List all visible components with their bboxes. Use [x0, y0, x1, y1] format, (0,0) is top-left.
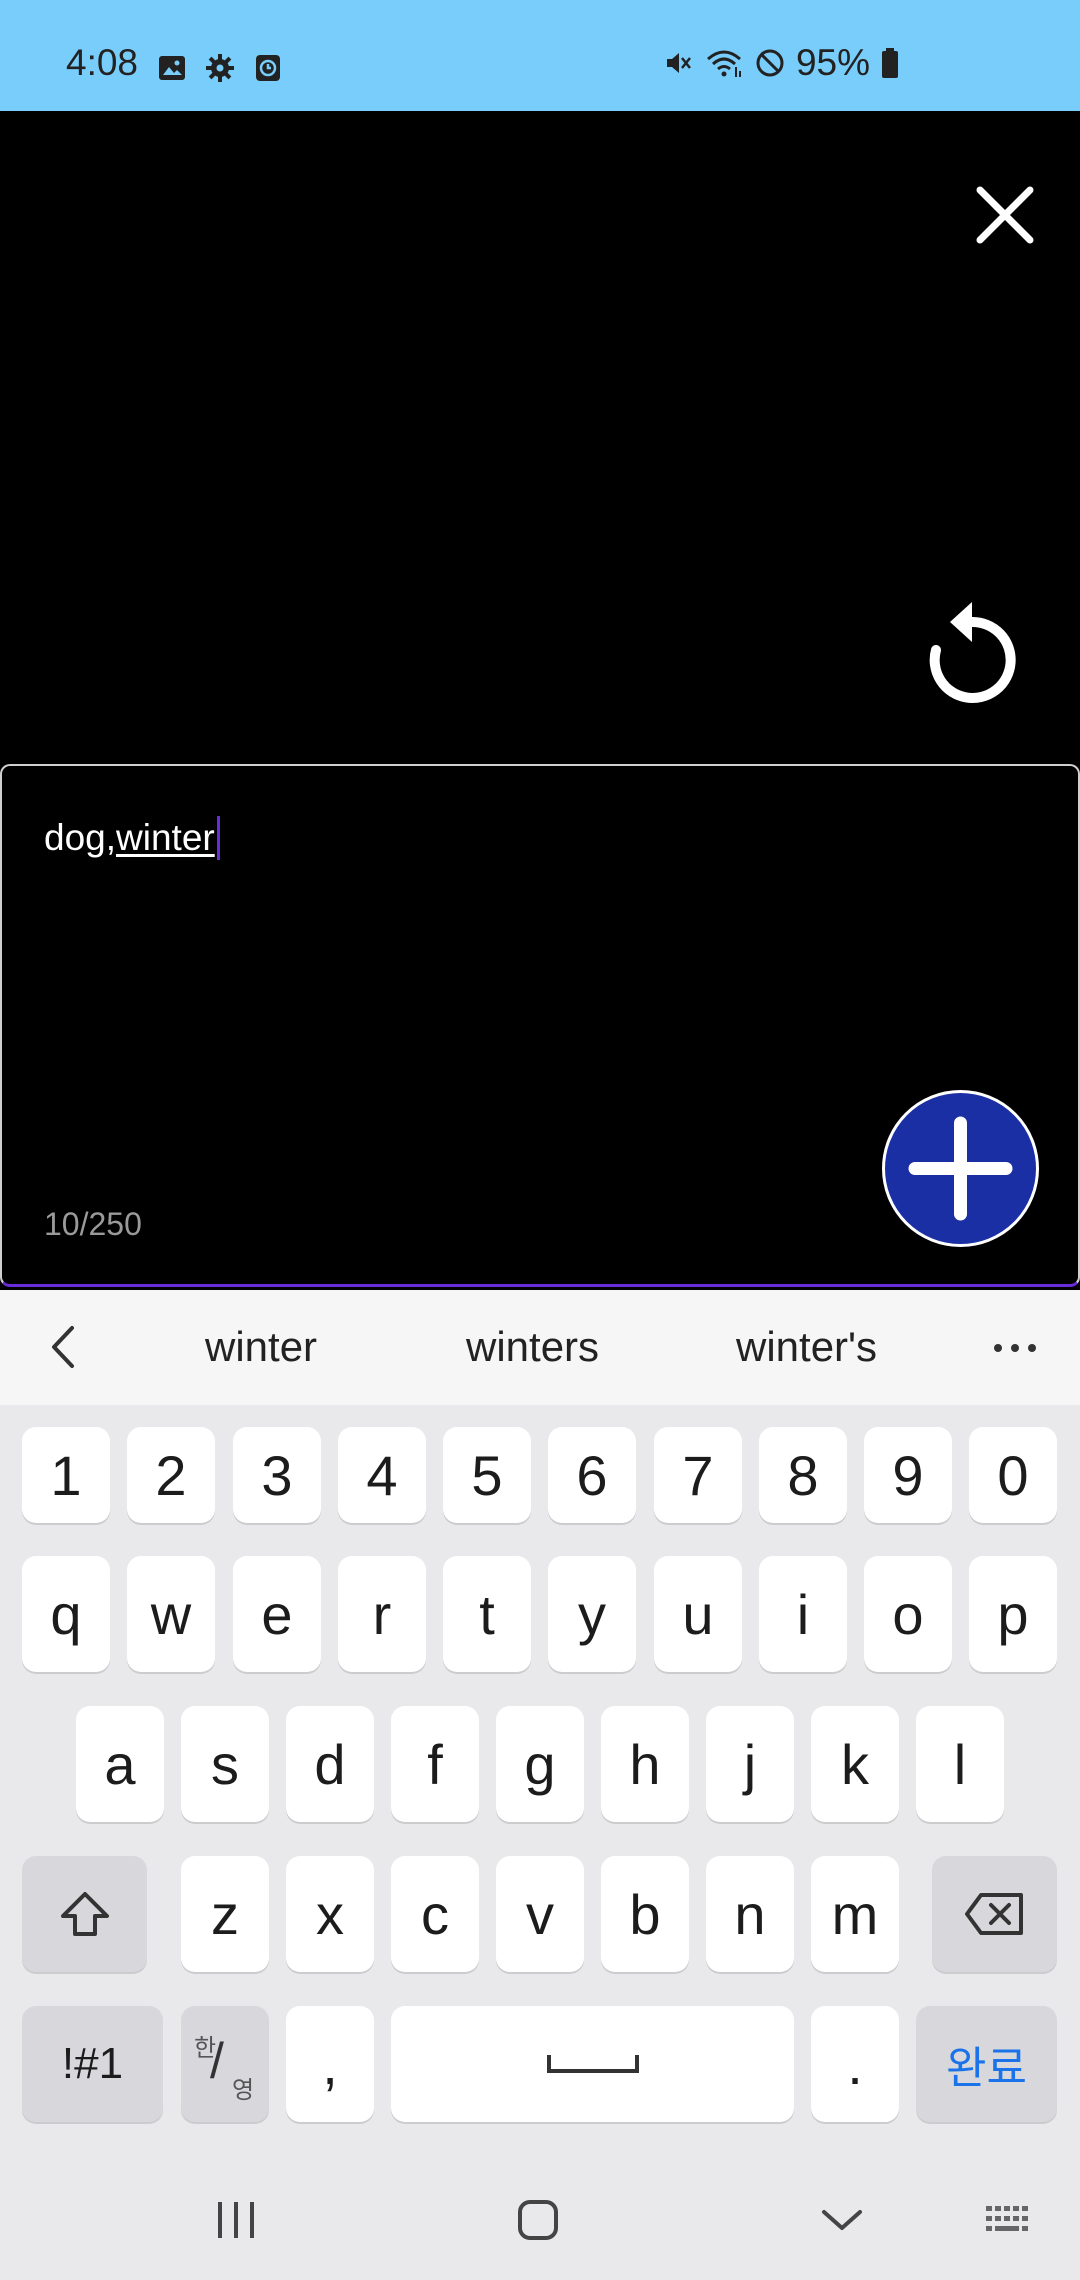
- key-h[interactable]: h: [601, 1706, 689, 1822]
- key-e[interactable]: e: [233, 1556, 321, 1672]
- key-m[interactable]: m: [811, 1856, 899, 1972]
- key-0[interactable]: 0: [969, 1427, 1057, 1523]
- key-l[interactable]: l: [916, 1706, 1004, 1822]
- shift-icon: [60, 1892, 109, 1936]
- composing-text: winter: [116, 817, 215, 858]
- shift-key[interactable]: [22, 1856, 147, 1972]
- key-v[interactable]: v: [496, 1856, 584, 1972]
- suggestion-bar: winter winters winter's: [0, 1290, 1080, 1405]
- key-n[interactable]: n: [706, 1856, 794, 1972]
- key-q[interactable]: q: [22, 1556, 110, 1672]
- symbols-key[interactable]: !#1: [22, 2006, 163, 2122]
- wifi-icon: [706, 50, 741, 77]
- key-8[interactable]: 8: [759, 1427, 847, 1523]
- battery-icon: [882, 47, 898, 78]
- character-counter: 10/250: [44, 1206, 142, 1242]
- committed-text: dog,: [44, 817, 117, 858]
- more-options-icon[interactable]: [990, 1328, 1040, 1368]
- key-7[interactable]: 7: [654, 1427, 742, 1523]
- status-time: 4:08: [66, 42, 139, 83]
- key-4[interactable]: 4: [338, 1427, 426, 1523]
- chevron-left-icon[interactable]: [40, 1322, 90, 1372]
- keyboard: winter winters winter's 1 2 3 4 5 6 7 8 …: [0, 1290, 1080, 2280]
- key-b[interactable]: b: [601, 1856, 689, 1972]
- key-r[interactable]: r: [338, 1556, 426, 1672]
- key-5[interactable]: 5: [443, 1427, 531, 1523]
- top-panel: [0, 111, 1080, 764]
- status-bar: 4:08 95%: [0, 0, 1080, 111]
- gear-icon: [206, 54, 234, 82]
- battery-percent: 95%: [795, 42, 870, 83]
- slash-glyph: /: [210, 2033, 224, 2089]
- key-1[interactable]: 1: [22, 1427, 110, 1523]
- plus-icon: [908, 1116, 1013, 1221]
- status-right-icons: 95%: [662, 44, 900, 81]
- tag-input-text[interactable]: dog,winter: [44, 816, 220, 860]
- space-key[interactable]: [391, 2006, 794, 2122]
- key-o[interactable]: o: [864, 1556, 952, 1672]
- add-button[interactable]: [882, 1090, 1039, 1247]
- key-x[interactable]: x: [286, 1856, 374, 1972]
- key-6[interactable]: 6: [548, 1427, 636, 1523]
- key-3[interactable]: 3: [233, 1427, 321, 1523]
- suggestion-3[interactable]: winter's: [736, 1323, 877, 1371]
- key-z[interactable]: z: [181, 1856, 269, 1972]
- suggestion-2[interactable]: winters: [466, 1323, 599, 1371]
- language-switch-key[interactable]: 한 / 영: [181, 2006, 269, 2122]
- home-icon[interactable]: [516, 2198, 560, 2242]
- key-j[interactable]: j: [706, 1706, 794, 1822]
- key-y[interactable]: y: [548, 1556, 636, 1672]
- close-icon[interactable]: [970, 180, 1040, 250]
- key-k[interactable]: k: [811, 1706, 899, 1822]
- key-d[interactable]: d: [286, 1706, 374, 1822]
- backspace-key[interactable]: [932, 1856, 1057, 1972]
- key-s[interactable]: s: [181, 1706, 269, 1822]
- lang-bottom-label: 영: [232, 2077, 255, 2104]
- key-t[interactable]: t: [443, 1556, 531, 1672]
- language-switch-label: 한 / 영: [190, 2024, 260, 2104]
- do-not-disturb-icon: [756, 49, 784, 76]
- tag-input-area[interactable]: dog,winter 10/250: [0, 764, 1080, 1287]
- status-left-icons: [156, 52, 284, 84]
- text-caret: [216, 816, 220, 860]
- hide-keyboard-icon[interactable]: [820, 2204, 864, 2236]
- key-a[interactable]: a: [76, 1706, 164, 1822]
- key-9[interactable]: 9: [864, 1427, 952, 1523]
- key-i[interactable]: i: [759, 1556, 847, 1672]
- key-2[interactable]: 2: [127, 1427, 215, 1523]
- gallery-icon: [159, 56, 185, 80]
- space-icon: [546, 2055, 639, 2073]
- recents-icon[interactable]: [214, 2198, 258, 2242]
- navigation-bar: [0, 2160, 1080, 2280]
- key-f[interactable]: f: [391, 1706, 479, 1822]
- key-c[interactable]: c: [391, 1856, 479, 1972]
- key-g[interactable]: g: [496, 1706, 584, 1822]
- key-u[interactable]: u: [654, 1556, 742, 1672]
- suggestion-1[interactable]: winter: [205, 1323, 317, 1371]
- done-key[interactable]: 완료: [916, 2006, 1057, 2122]
- rotate-reset-icon[interactable]: [922, 600, 1022, 710]
- key-w[interactable]: w: [127, 1556, 215, 1672]
- backspace-icon: [964, 1893, 1023, 1935]
- mute-icon: [666, 52, 691, 73]
- clock-app-icon: [256, 55, 280, 81]
- comma-key[interactable]: ,: [286, 2006, 374, 2122]
- period-key[interactable]: .: [811, 2006, 899, 2122]
- keyboard-switch-icon[interactable]: [984, 2204, 1036, 2240]
- key-p[interactable]: p: [969, 1556, 1057, 1672]
